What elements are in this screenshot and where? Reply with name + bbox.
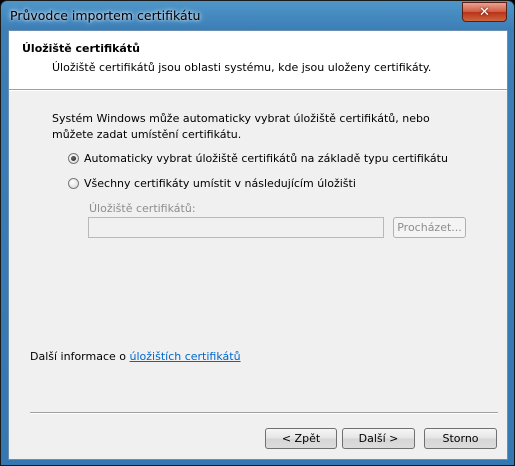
close-button[interactable]: ✕ xyxy=(462,2,507,22)
browse-button[interactable]: Procházet... xyxy=(393,217,466,238)
back-button[interactable]: < Zpět xyxy=(265,428,337,449)
auto-select-radio[interactable] xyxy=(68,153,79,164)
header-separator xyxy=(9,89,507,91)
close-icon: ✕ xyxy=(479,4,490,20)
certificate-store-input[interactable] xyxy=(88,217,384,238)
store-field-label: Úložiště certifikátů: xyxy=(89,202,196,215)
auto-select-option[interactable]: Automaticky vybrat úložiště certifikátů … xyxy=(68,152,448,165)
certificate-import-wizard-window: Průvodce importem certifikátu ✕ Úložiště… xyxy=(0,0,515,466)
page-title: Úložiště certifikátů xyxy=(22,42,140,55)
manual-store-label: Všechny certifikáty umístit v následujíc… xyxy=(84,177,356,190)
more-info-prefix: Další informace o xyxy=(30,350,130,363)
footer-separator xyxy=(30,412,498,414)
manual-store-radio[interactable] xyxy=(68,178,79,189)
wizard-client-area: Úložiště certifikátů Úložiště certifikát… xyxy=(8,30,508,460)
cancel-button[interactable]: Storno xyxy=(424,428,497,449)
manual-store-option[interactable]: Všechny certifikáty umístit v následujíc… xyxy=(68,177,356,190)
intro-text: Systém Windows může automaticky vybrat ú… xyxy=(52,112,430,141)
more-info-text: Další informace o úložištích certifikátů xyxy=(30,350,241,363)
title-bar[interactable]: Průvodce importem certifikátu ✕ xyxy=(1,1,514,29)
auto-select-label: Automaticky vybrat úložiště certifikátů … xyxy=(84,152,448,165)
window-title: Průvodce importem certifikátu xyxy=(10,8,201,23)
certificate-stores-link[interactable]: úložištích certifikátů xyxy=(130,350,241,363)
page-description: Úložiště certifikátů jsou oblasti systém… xyxy=(52,61,432,74)
next-button[interactable]: Další > xyxy=(342,428,415,449)
wizard-header: Úložiště certifikátů Úložiště certifikát… xyxy=(9,31,507,89)
